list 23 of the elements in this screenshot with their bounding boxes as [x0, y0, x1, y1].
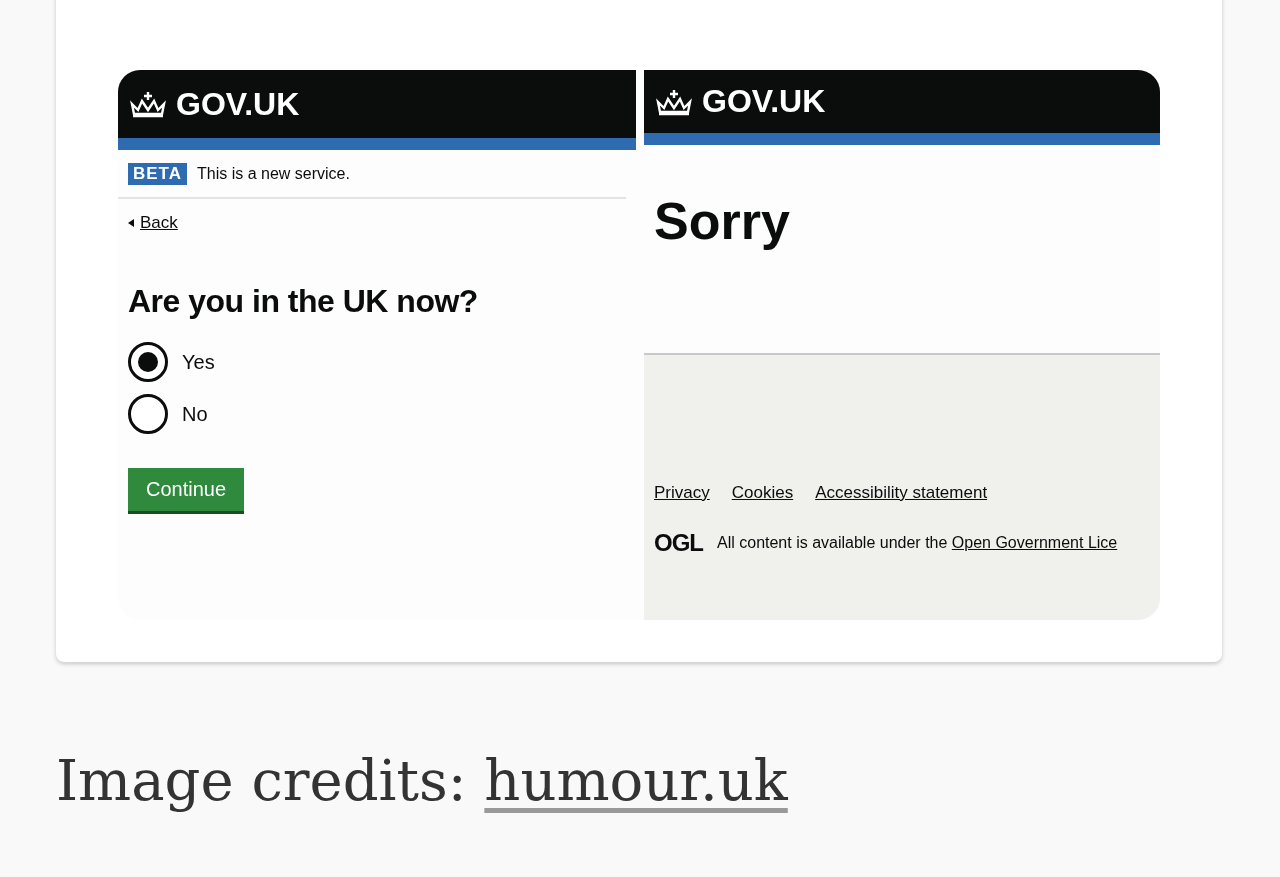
back-link[interactable]: Back: [128, 213, 178, 233]
image-caption: Image credits: humour.uk: [56, 748, 789, 813]
footer-link[interactable]: Accessibility statement: [815, 483, 988, 503]
crown-icon: [654, 87, 694, 116]
radio-button[interactable]: [128, 342, 168, 382]
phase-tag: BETA: [128, 163, 187, 185]
logo-text: GOV.UK: [176, 85, 300, 123]
crown-icon: [128, 90, 168, 118]
option-label: No: [182, 402, 208, 426]
continue-button[interactable]: Continue: [128, 468, 245, 511]
radio-button[interactable]: [128, 394, 168, 434]
logo-text: GOV.UK: [702, 83, 826, 120]
page-heading: Sorry: [654, 191, 791, 251]
licence-link[interactable]: Open Government Lice: [951, 534, 1118, 551]
licence-text: All content is available under the Open Government Lice: [717, 534, 1118, 552]
footer-link[interactable]: Cookies: [731, 483, 794, 503]
question-heading: Are you in the UK now?: [128, 283, 478, 320]
footer-link[interactable]: Privacy: [654, 483, 710, 503]
licence-logo: OGL: [654, 529, 703, 557]
banner-text: This is a new service.: [197, 165, 350, 183]
triangle-icon: [128, 219, 134, 227]
credit-link[interactable]: humour.uk: [484, 748, 788, 813]
option-label: Yes: [182, 350, 215, 374]
